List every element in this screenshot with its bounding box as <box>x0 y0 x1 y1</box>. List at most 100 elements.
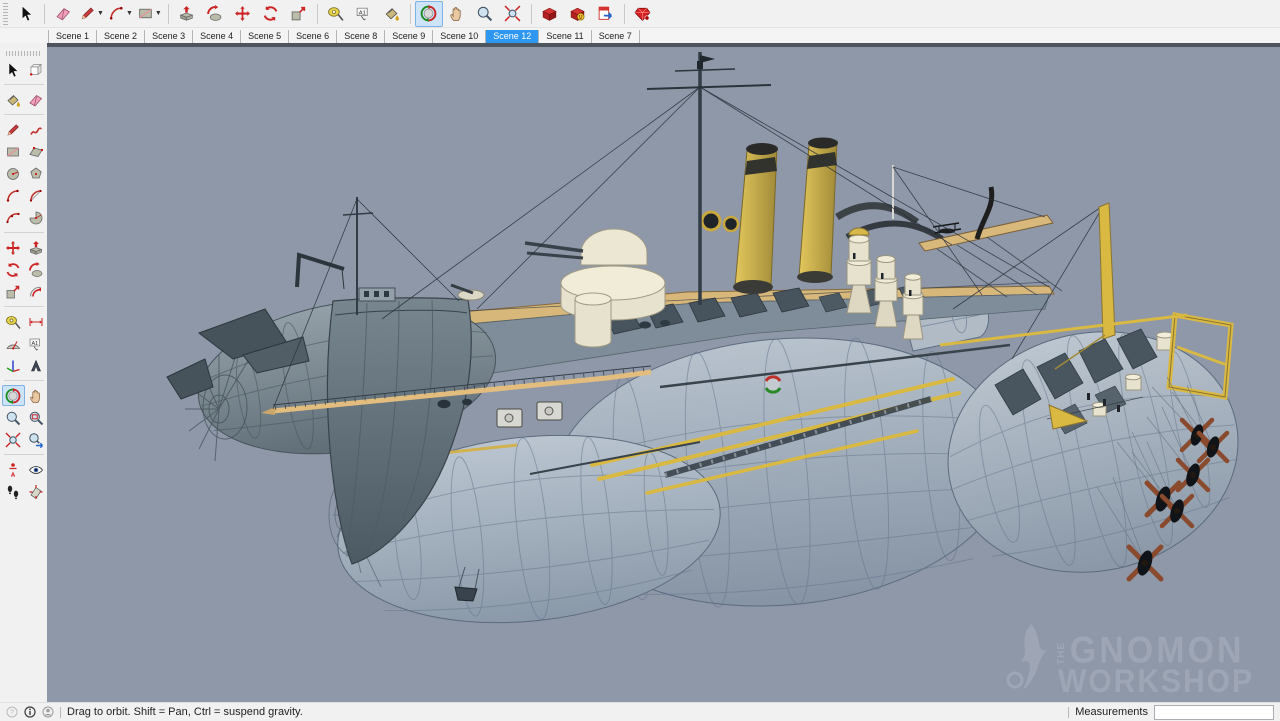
help-icon[interactable]: ? <box>6 706 18 718</box>
select-button[interactable] <box>2 59 25 80</box>
line-button[interactable]: ▼ <box>77 1 106 27</box>
scene-tab-scene-4[interactable]: Scene 4 <box>193 30 241 43</box>
axes-button[interactable] <box>2 355 25 376</box>
freehand-button[interactable] <box>25 119 48 140</box>
scene-tab-scene-1[interactable]: Scene 1 <box>48 30 97 43</box>
text-icon: A1 <box>28 336 44 352</box>
zoom-extents-button[interactable] <box>2 429 25 450</box>
rotated-rectangle-button[interactable] <box>25 141 48 162</box>
two-point-arc-button[interactable] <box>25 185 48 206</box>
zoom-previous-button[interactable] <box>25 429 48 450</box>
dimension-button[interactable] <box>25 311 48 332</box>
protractor-button[interactable] <box>2 333 25 354</box>
dropdown-arrow-icon[interactable]: ▼ <box>97 10 104 17</box>
pie-button[interactable] <box>25 207 48 228</box>
gun-barrel <box>527 253 583 258</box>
follow-me-icon <box>206 5 223 22</box>
scale-button[interactable] <box>2 281 25 302</box>
walk-icon <box>5 484 21 500</box>
follow-me-button[interactable] <box>25 259 48 280</box>
move-button[interactable] <box>2 237 25 258</box>
offset-icon <box>28 284 44 300</box>
status-bar: ? Drag to orbit. Shift = Pan, Ctrl = sus… <box>0 702 1280 721</box>
orbit-icon <box>420 5 437 22</box>
plugin-gem-button[interactable] <box>629 1 657 27</box>
line-button[interactable] <box>2 119 25 140</box>
scene-tab-scene-3[interactable]: Scene 3 <box>145 30 193 43</box>
toolbar-grip[interactable] <box>3 3 8 25</box>
rectangle-button[interactable]: ▼ <box>135 1 164 27</box>
scene-tab-scene-12[interactable]: Scene 12 <box>486 30 539 43</box>
scene-tab-scene-8[interactable]: Scene 8 <box>337 30 385 43</box>
eraser-button[interactable] <box>49 1 77 27</box>
toolbar-separator <box>410 4 411 24</box>
zoom-window-icon <box>28 410 44 426</box>
svg-text:A1: A1 <box>359 10 366 16</box>
plugin-smiley-button[interactable] <box>564 1 592 27</box>
paint-bucket-icon <box>383 5 400 22</box>
circle-button[interactable] <box>2 163 25 184</box>
tape-measure-button[interactable] <box>322 1 350 27</box>
text-button[interactable]: A1 <box>25 333 48 354</box>
measurements-input[interactable] <box>1154 705 1274 720</box>
polygon-button[interactable] <box>25 163 48 184</box>
zoom-window-button[interactable] <box>25 407 48 428</box>
scale-button[interactable] <box>285 1 313 27</box>
dropdown-arrow-icon[interactable]: ▼ <box>155 10 162 17</box>
toolbar-separator <box>531 4 532 24</box>
push-pull-button[interactable] <box>173 1 201 27</box>
plugin-component-button[interactable] <box>536 1 564 27</box>
cursor-icon <box>5 62 21 78</box>
scene-tab-scene-7[interactable]: Scene 7 <box>592 30 640 43</box>
section-plane-button[interactable] <box>25 481 48 502</box>
rotate-button[interactable] <box>2 259 25 280</box>
scene-tab-scene-11[interactable]: Scene 11 <box>539 30 591 43</box>
pan-button[interactable] <box>25 385 48 406</box>
plugin-export-button[interactable] <box>592 1 620 27</box>
scene-tab-scene-10[interactable]: Scene 10 <box>433 30 486 43</box>
make-component-button[interactable] <box>25 59 48 80</box>
scale-icon <box>290 5 307 22</box>
scale-icon <box>5 284 21 300</box>
scene-tab-scene-6[interactable]: Scene 6 <box>289 30 337 43</box>
follow-me-button[interactable] <box>201 1 229 27</box>
select-button[interactable] <box>12 1 40 27</box>
palette-grip[interactable] <box>6 51 42 56</box>
push-pull-button[interactable] <box>25 237 48 258</box>
scene-tab-scene-9[interactable]: Scene 9 <box>385 30 433 43</box>
zoom-button[interactable] <box>471 1 499 27</box>
three-d-text-button[interactable] <box>25 355 48 376</box>
paint-bucket-button[interactable] <box>378 1 406 27</box>
arc-button[interactable]: ▼ <box>106 1 135 27</box>
walk-button[interactable] <box>2 481 25 502</box>
move-button[interactable] <box>229 1 257 27</box>
polygon-icon <box>28 166 44 182</box>
offset-button[interactable] <box>25 281 48 302</box>
searchlight-boxes <box>497 402 562 427</box>
pie-icon <box>28 210 44 226</box>
look-around-button[interactable] <box>25 459 48 480</box>
three-point-arc-button[interactable] <box>2 207 25 228</box>
scene-tab-scene-5[interactable]: Scene 5 <box>241 30 289 43</box>
user-icon[interactable] <box>42 706 54 718</box>
rotate-icon <box>5 262 21 278</box>
scene-tab-scene-2[interactable]: Scene 2 <box>97 30 145 43</box>
eraser-button[interactable] <box>25 89 48 110</box>
zoom-button[interactable] <box>2 407 25 428</box>
text-button[interactable]: A1 <box>350 1 378 27</box>
tape-measure-button[interactable] <box>2 311 25 332</box>
arc-button[interactable] <box>2 185 25 206</box>
rectangle-button[interactable] <box>2 141 25 162</box>
dropdown-arrow-icon[interactable]: ▼ <box>126 10 133 17</box>
model-viewport[interactable]: THE GNOMON WORKSHOP <box>47 47 1280 702</box>
paint-bucket-button[interactable] <box>2 89 25 110</box>
section-plane-icon <box>28 484 44 500</box>
zoom-extents-button[interactable] <box>499 1 527 27</box>
position-camera-button[interactable] <box>2 459 25 480</box>
orbit-button[interactable] <box>415 1 443 27</box>
info-icon[interactable] <box>24 706 36 718</box>
protractor-icon <box>5 336 21 352</box>
pan-button[interactable] <box>443 1 471 27</box>
rotate-button[interactable] <box>257 1 285 27</box>
orbit-button[interactable] <box>2 385 25 406</box>
